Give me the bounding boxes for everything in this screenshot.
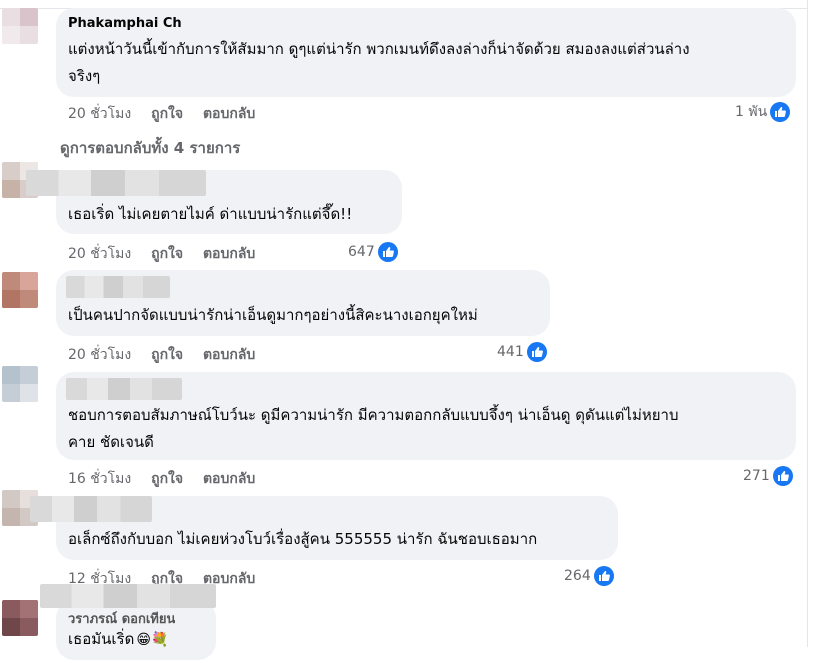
like-button[interactable]: ถูกใจ xyxy=(151,103,183,125)
reaction-count[interactable]: 264 xyxy=(564,566,614,586)
reply-button[interactable]: ตอบกลับ xyxy=(203,103,255,125)
comment-text-line: เธอเริ่ด ไม่เคยตายไมค์ ด่าแบบน่ารักแต่จึ… xyxy=(68,205,353,223)
comment-timestamp[interactable]: 20 ชั่วโมง xyxy=(68,103,131,125)
reply-button[interactable]: ตอบกลับ xyxy=(203,243,255,265)
reaction-count[interactable]: 647 xyxy=(348,242,398,262)
comment-timestamp[interactable]: 16 ชั่วโมง xyxy=(68,468,131,490)
like-button[interactable]: ถูกใจ xyxy=(151,468,183,490)
comment-text-line: แต่งหน้าวันนี้เข้ากับการให้สัมมาก ดูๆแต่… xyxy=(68,40,690,58)
comment-text-line: เป็นคนปากจัดแบบน่ารักน่าเอ็นดูมากๆอย่างน… xyxy=(68,306,478,324)
comment-text: เธอมันเริ่ด 😁💐 xyxy=(68,626,168,654)
thumbs-up-icon xyxy=(770,102,791,122)
comment-author[interactable]: Phakamphai Ch xyxy=(68,16,182,32)
reaction-count[interactable]: 271 xyxy=(743,466,793,486)
comment-text: เธอเริ่ด ไม่เคยตายไมค์ ด่าแบบน่ารักแต่จึ… xyxy=(68,201,352,228)
comment-text-line: อเล็กซ์ถึงกับบอก ไม่เคยห่วงโบว์เรื่องสู้… xyxy=(68,530,538,548)
reaction-count-label: 647 xyxy=(348,244,375,260)
emoji-grin-flower-icon: 😁💐 xyxy=(136,632,169,648)
comment-text-line: ชอบการตอบสัมภาษณ์โบว์นะ ดูมีความน่ารัก ม… xyxy=(68,406,679,424)
reaction-count-label: 441 xyxy=(497,344,524,360)
comment-author-redacted xyxy=(66,276,170,298)
comment-text: เป็นคนปากจัดแบบน่ารักน่าเอ็นดูมากๆอย่างน… xyxy=(68,302,478,329)
comment-timestamp[interactable]: 20 ชั่วโมง xyxy=(68,243,131,265)
reply-button[interactable]: ตอบกลับ xyxy=(203,468,255,490)
avatar[interactable] xyxy=(2,600,38,636)
like-button[interactable]: ถูกใจ xyxy=(151,243,183,265)
comment-author-redacted xyxy=(66,378,182,400)
comment-text: แต่งหน้าวันนี้เข้ากับการให้สัมมาก ดูๆแต่… xyxy=(68,36,690,90)
avatar[interactable] xyxy=(2,272,38,308)
reaction-count[interactable]: 1 พัน xyxy=(735,102,791,122)
comment-text-line: คาย ชัดเจนดี xyxy=(68,433,154,451)
reaction-count-label: 1 พัน xyxy=(735,104,768,120)
reply-button[interactable]: ตอบกลับ xyxy=(203,344,255,366)
comment-actions: 16 ชั่วโมง ถูกใจ ตอบกลับ xyxy=(68,468,270,487)
comment-author[interactable]: วราภรณ์ ดอกเทียน xyxy=(68,608,175,624)
comment-text-line: จริงๆ xyxy=(68,67,101,85)
comment-author-redacted xyxy=(40,584,216,608)
like-button[interactable]: ถูกใจ xyxy=(151,344,183,366)
view-replies-link[interactable]: ดูการตอบกลับทั้ง 4 รายการ xyxy=(60,136,240,160)
comment-text: อเล็กซ์ถึงกับบอก ไม่เคยห่วงโบว์เรื่องสู้… xyxy=(68,526,537,553)
reaction-count-label: 264 xyxy=(564,568,591,584)
thumbs-up-icon xyxy=(772,466,793,486)
comment-author-redacted xyxy=(30,496,152,522)
comment-actions: 20 ชั่วโมง ถูกใจ ตอบกลับ xyxy=(68,243,270,262)
comment-text-line: เธอมันเริ่ด 😁💐 xyxy=(68,626,168,654)
avatar[interactable] xyxy=(2,366,38,402)
comment-actions: 20 ชั่วโมง ถูกใจ ตอบกลับ xyxy=(68,103,270,122)
comment-text-line-content: เธอมันเริ่ด xyxy=(68,630,135,648)
thumbs-up-icon xyxy=(526,342,547,362)
comment-text: ชอบการตอบสัมภาษณ์โบว์นะ ดูมีความน่ารัก ม… xyxy=(68,402,678,456)
comment-author-redacted xyxy=(26,170,206,196)
window-right-edge xyxy=(807,0,820,647)
reaction-count-label: 271 xyxy=(743,468,770,484)
thumbs-up-icon xyxy=(377,242,398,262)
comment-actions: 20 ชั่วโมง ถูกใจ ตอบกลับ xyxy=(68,344,270,363)
thumbs-up-icon xyxy=(593,566,614,586)
comment-timestamp[interactable]: 20 ชั่วโมง xyxy=(68,344,131,366)
avatar[interactable] xyxy=(2,8,38,44)
reaction-count[interactable]: 441 xyxy=(497,342,547,362)
